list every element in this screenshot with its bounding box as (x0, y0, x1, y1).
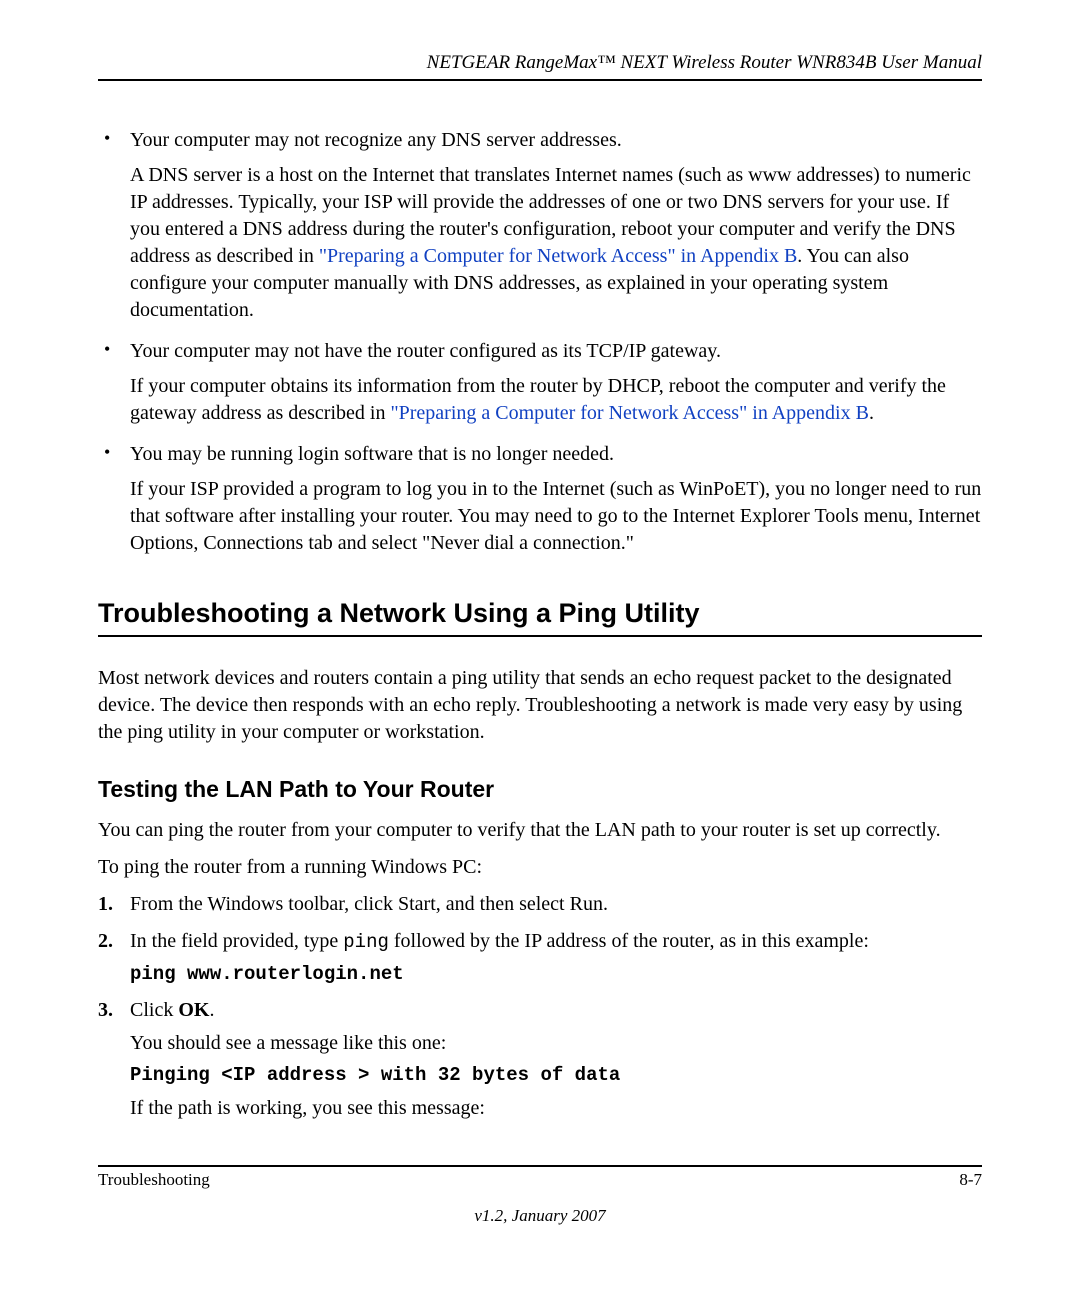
section-heading: Troubleshooting a Network Using a Ping U… (98, 595, 982, 631)
steps-list: 1. From the Windows toolbar, click Start… (98, 891, 982, 1122)
sub-heading: Testing the LAN Path to Your Router (98, 774, 982, 805)
heading-rule (98, 635, 982, 637)
page-number: 8-7 (959, 1169, 982, 1192)
step-body: If the path is working, you see this mes… (130, 1095, 982, 1122)
list-item: 1. From the Windows toolbar, click Start… (98, 891, 982, 918)
step-body: You should see a message like this one: (130, 1030, 982, 1057)
inline-code: ping (343, 931, 389, 953)
code-line: ping www.routerlogin.net (130, 962, 982, 988)
header-rule (98, 79, 982, 81)
bullet-list: Your computer may not recognize any DNS … (98, 127, 982, 557)
bullet-item: Your computer may not recognize any DNS … (98, 127, 982, 324)
list-item: 3. Click OK. You should see a message li… (98, 997, 982, 1122)
bullet-body: If your computer obtains its information… (130, 373, 982, 427)
cross-ref-link[interactable]: "Preparing a Computer for Network Access… (319, 245, 797, 267)
bullet-item: You may be running login software that i… (98, 441, 982, 557)
page-footer: Troubleshooting 8-7 (98, 1165, 982, 1192)
version-footer: v1.2, January 2007 (98, 1205, 982, 1228)
footer-rule (98, 1165, 982, 1167)
list-item: 2. In the field provided, type ping foll… (98, 928, 982, 987)
bullet-body: A DNS server is a host on the Internet t… (130, 162, 982, 324)
code-line: Pinging <IP address > with 32 bytes of d… (130, 1063, 982, 1089)
body-text: . (869, 402, 874, 424)
sub-intro: To ping the router from a running Window… (98, 854, 982, 881)
body-text: If your ISP provided a program to log yo… (130, 478, 981, 554)
step-text: . (209, 999, 214, 1021)
bullet-lead: Your computer may not recognize any DNS … (130, 127, 982, 154)
step-number: 2. (98, 928, 113, 955)
bullet-body: If your ISP provided a program to log yo… (130, 476, 982, 557)
step-number: 3. (98, 997, 113, 1024)
step-text: Click (130, 999, 178, 1021)
bold-text: OK (178, 999, 209, 1021)
sub-intro: You can ping the router from your comput… (98, 817, 982, 844)
step-text: followed by the IP address of the router… (389, 930, 869, 952)
step-text: In the field provided, type (130, 930, 343, 952)
bullet-item: Your computer may not have the router co… (98, 338, 982, 427)
bullet-lead: You may be running login software that i… (130, 441, 982, 468)
step-text: From the Windows toolbar, click Start, a… (130, 893, 608, 915)
bullet-lead: Your computer may not have the router co… (130, 338, 982, 365)
section-intro: Most network devices and routers contain… (98, 665, 982, 746)
step-number: 1. (98, 891, 113, 918)
cross-ref-link[interactable]: "Preparing a Computer for Network Access… (390, 402, 868, 424)
footer-section-name: Troubleshooting (98, 1169, 210, 1192)
document-header: NETGEAR RangeMax™ NEXT Wireless Router W… (98, 50, 982, 78)
